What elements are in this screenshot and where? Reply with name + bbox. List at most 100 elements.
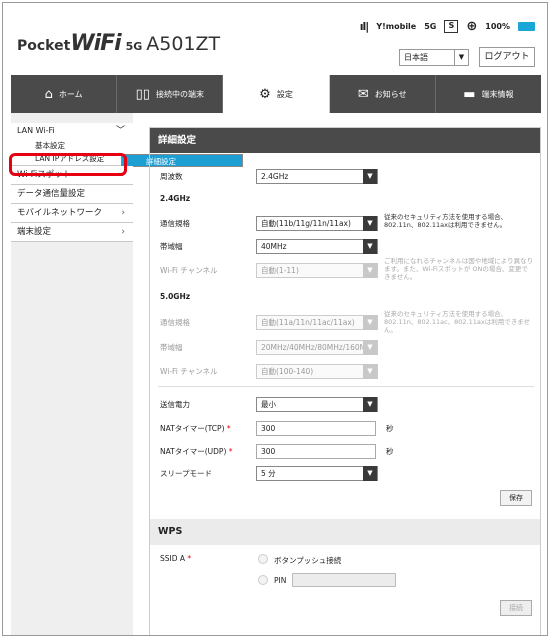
sidebar-item-label: モバイルネットワーク: [17, 208, 103, 218]
chevron-down-icon: ▼: [363, 364, 377, 379]
push-button-radio[interactable]: [258, 554, 268, 564]
sidebar-subitem-lan-ip[interactable]: LAN IPアドレス設定: [11, 152, 133, 165]
section-title: 詳細設定: [150, 128, 540, 153]
sidebar-item-wifi-spot[interactable]: Wi-Fiスポット ›: [11, 166, 133, 185]
g5-ch-label: Wi-Fi チャンネル: [160, 367, 218, 376]
freq-select[interactable]: 2.4GHz ▼: [256, 169, 378, 184]
chevron-right-icon: ›: [121, 227, 125, 237]
tx-power-value: 最小: [261, 400, 276, 409]
sleep-mode-value: 5 分: [261, 469, 276, 478]
tab-settings[interactable]: ⚙ 設定: [223, 75, 330, 113]
g5-bw-select[interactable]: 20MHz/40MHz/80MHz/160M ▼: [256, 340, 378, 355]
sidebar-item-device-settings[interactable]: 端末設定 ›: [11, 223, 133, 242]
g24-bw-select[interactable]: 40MHz ▼: [256, 239, 378, 254]
chevron-down-icon: ▼: [363, 169, 377, 184]
nat-tcp-unit: 秒: [386, 424, 394, 433]
sidebar-item-label: LAN Wi-Fi: [17, 126, 55, 135]
push-button-label: ボタンプッシュ接続: [274, 556, 342, 565]
g24-std-label: 通信規格: [160, 219, 190, 228]
g24-ch-select[interactable]: 自動(1-11) ▼: [256, 263, 378, 278]
brand-5g: 5G: [125, 40, 143, 53]
sidebar-item-label: 端末設定: [17, 227, 52, 237]
chevron-right-icon: ›: [121, 170, 125, 180]
g5-ch-value: 自動(100-140): [261, 367, 314, 376]
g5-std-value: 自動(11a/11n/11ac/11ax): [261, 318, 355, 327]
tx-power-select[interactable]: 最小 ▼: [256, 397, 378, 412]
nat-tcp-input[interactable]: 300: [256, 421, 376, 436]
g5-bw-value: 20MHz/40MHz/80MHz/160M: [261, 343, 367, 352]
g24-ch-note: ご利用になれるチャンネルは国や地域により異なります。また、Wi-Fiスポットが …: [384, 257, 534, 281]
nat-tcp-label: NATタイマー(TCP) *: [160, 423, 231, 434]
detail-settings-panel: 詳細設定 周波数 2.4GHz ▼ 2.4GHz 通信規格 自動(11b/11g/…: [149, 127, 541, 635]
nat-udp-label: NATタイマー(UDP) *: [160, 446, 233, 457]
network-type: 5G: [424, 22, 437, 31]
model-name: A501ZT: [146, 33, 221, 55]
g24-bw-label: 帯域幅: [160, 242, 183, 251]
device-info-icon: ▬: [463, 86, 476, 102]
required-mark: *: [187, 554, 192, 563]
chevron-down-icon: ▼: [363, 263, 377, 278]
ssid-a-label-text: SSID A: [160, 554, 186, 563]
sleep-mode-label: スリープモード: [160, 469, 213, 478]
sidebar-item-lan-wifi[interactable]: LAN Wi-Fi ﹀: [11, 123, 133, 139]
divider: [158, 386, 534, 387]
chevron-right-icon: ›: [121, 208, 125, 218]
group-5ghz: 5.0GHz: [160, 292, 191, 301]
g5-std-select[interactable]: 自動(11a/11n/11ac/11ax) ▼: [256, 315, 378, 330]
router-admin-window: { "header": { "brand_pocket": "Pocket", …: [2, 2, 548, 636]
tab-notifications[interactable]: ✉ お知らせ: [330, 75, 436, 113]
sleep-mode-select[interactable]: 5 分 ▼: [256, 466, 378, 481]
ssid-a-label: SSID A *: [160, 554, 191, 563]
pin-label: PIN: [274, 576, 287, 585]
connect-button[interactable]: 接続: [500, 600, 532, 616]
header: PocketWiFi 5G A501ZT ıl| Y!mobile 5G S ⊕ …: [3, 3, 547, 75]
battery-icon: [518, 22, 535, 31]
sim-icon: S: [444, 20, 459, 33]
home-icon: ⌂: [44, 86, 53, 102]
tab-label: 設定: [276, 89, 293, 99]
sidebar: LAN Wi-Fi ﹀ 基本設定 詳細設定 LAN IPアドレス設定 Wi-Fiス…: [11, 113, 243, 635]
g24-bw-value: 40MHz: [261, 242, 287, 251]
g24-ch-value: 自動(1-11): [261, 266, 299, 275]
g24-std-select[interactable]: 自動(11b/11g/11n/11ax) ▼: [256, 216, 378, 231]
sidebar-item-mobile-network[interactable]: モバイルネットワーク ›: [11, 204, 133, 223]
signal-icon: ıl|: [359, 20, 370, 33]
g5-std-note: 従来のセキュリティ方法を使用する場合、802.11n、802.11ac、802.…: [384, 310, 531, 334]
save-button[interactable]: 保存: [500, 490, 532, 506]
tab-home[interactable]: ⌂ ホーム: [11, 75, 118, 113]
logout-button[interactable]: ログアウト: [479, 47, 535, 67]
language-select[interactable]: 日本語 ▼: [399, 49, 469, 66]
chevron-down-icon: ▼: [363, 239, 377, 254]
tab-device-info[interactable]: ▬ 端末情報: [436, 75, 541, 113]
g24-std-value: 自動(11b/11g/11n/11ax): [261, 219, 351, 228]
nat-udp-label-text: NATタイマー(UDP): [160, 447, 227, 456]
chevron-down-icon: ▼: [363, 216, 377, 231]
tab-label: ホーム: [58, 89, 83, 99]
gear-icon: ⚙: [259, 86, 271, 102]
freq-label: 周波数: [160, 172, 183, 181]
chevron-down-icon: ▼: [363, 397, 377, 412]
freq-value: 2.4GHz: [261, 172, 289, 181]
group-24ghz: 2.4GHz: [160, 194, 191, 203]
tab-connected-devices[interactable]: ▯▯ 接続中の端末: [117, 75, 224, 113]
pin-radio[interactable]: [258, 575, 268, 585]
nat-udp-unit: 秒: [386, 447, 394, 456]
main-nav: ⌂ ホーム ▯▯ 接続中の端末 ⚙ 設定 ✉ お知らせ ▬ 端末情報: [11, 75, 541, 113]
pin-input[interactable]: [292, 573, 396, 587]
sidebar-subitem-basic[interactable]: 基本設定: [11, 139, 133, 152]
g5-ch-select[interactable]: 自動(100-140) ▼: [256, 364, 378, 379]
language-value: 日本語: [404, 53, 428, 62]
required-mark: *: [228, 447, 233, 456]
devices-icon: ▯▯: [135, 86, 150, 102]
chevron-down-icon: ▼: [363, 466, 377, 481]
tab-label: お知らせ: [374, 89, 407, 99]
tx-power-label: 送信電力: [160, 400, 190, 409]
nat-tcp-label-text: NATタイマー(TCP): [160, 424, 225, 433]
sidebar-item-data-usage[interactable]: データ通信量設定: [11, 185, 133, 204]
brand-pocket: Pocket: [17, 38, 71, 54]
chevron-up-icon: ﹀: [115, 126, 125, 136]
required-mark: *: [226, 424, 231, 433]
g24-std-note: 従来のセキュリティ方法を使用する場合、802.11n、802.11axは利用でき…: [384, 213, 508, 229]
nat-udp-input[interactable]: 300: [256, 444, 376, 459]
sidebar-item-label: Wi-Fiスポット: [17, 170, 72, 180]
